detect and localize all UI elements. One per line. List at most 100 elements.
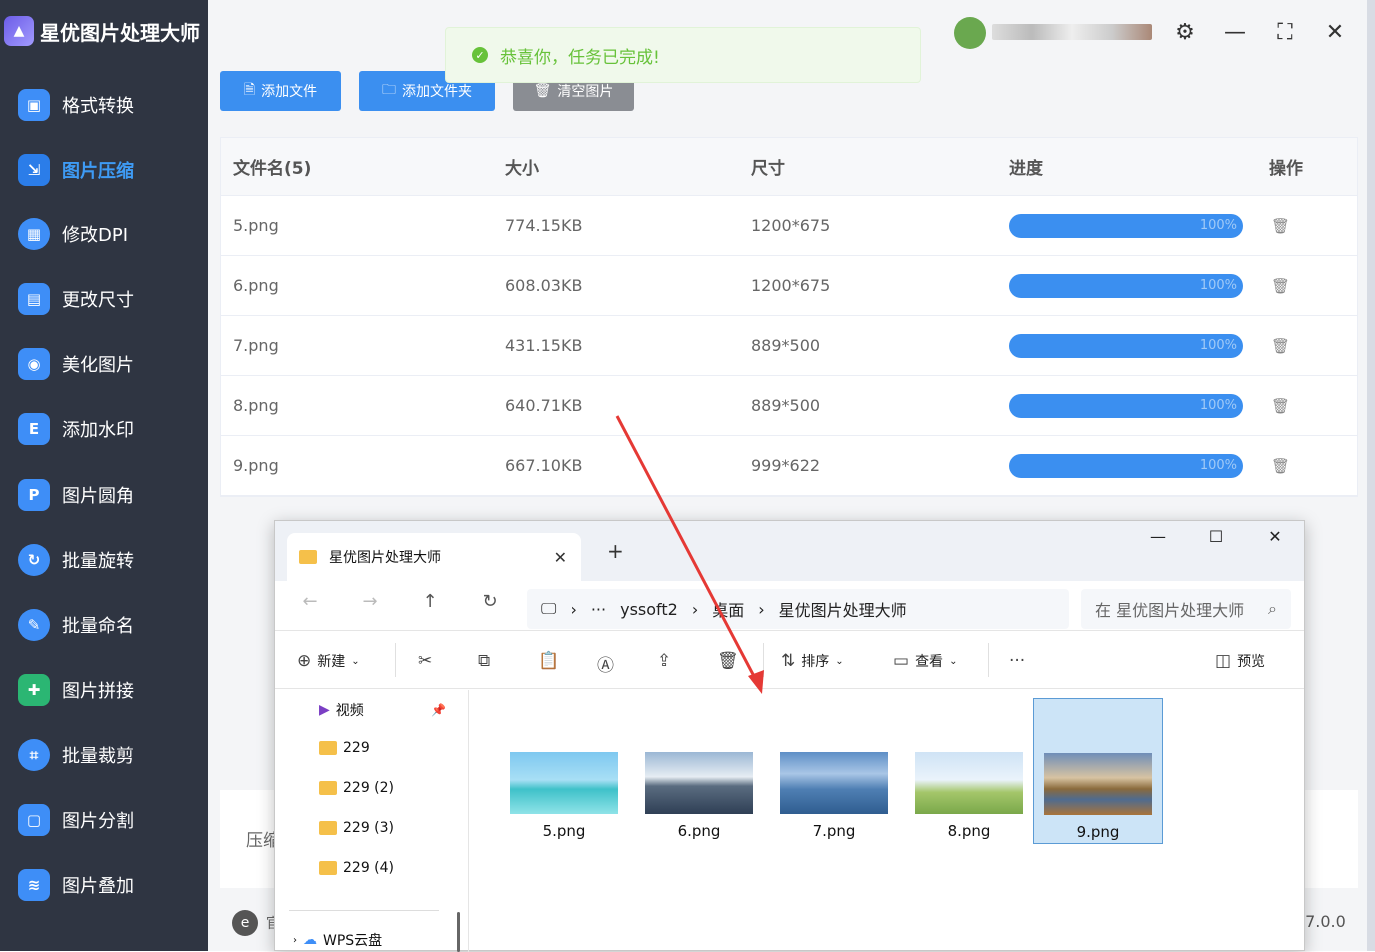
tree-item-folder[interactable]: 229 — [319, 740, 370, 756]
delete-icon[interactable]: 🗑 — [1271, 337, 1290, 355]
tree-item-folder[interactable]: 229 (2) — [319, 780, 394, 796]
add-file-button[interactable]: 🗎 添加文件 — [220, 71, 341, 111]
rename-button[interactable]: Ⓐ — [597, 651, 614, 676]
sidebar-item-format-convert[interactable]: ▣ 格式转换 — [18, 85, 134, 125]
sidebar-item-stitch[interactable]: ✚ 图片拼接 — [18, 670, 134, 710]
scrollbar[interactable] — [457, 912, 460, 952]
file-name: 5.png — [542, 822, 586, 840]
website-e-icon[interactable]: e — [232, 910, 258, 936]
back-arrow-icon[interactable]: ← — [295, 591, 325, 612]
file-item-9[interactable]: 9.png — [1033, 698, 1163, 844]
breadcrumb-user[interactable]: yssoft2 — [620, 600, 678, 619]
chevron-right-icon: › — [570, 599, 577, 619]
sidebar-item-resize[interactable]: ▤ 更改尺寸 — [18, 279, 134, 319]
chevron-down-icon: ⌄ — [351, 655, 360, 667]
sidebar-item-label: 图片拼接 — [62, 681, 134, 702]
delete-icon[interactable]: 🗑 — [1271, 457, 1290, 475]
sidebar-item-split[interactable]: ▢ 图片分割 — [18, 800, 134, 840]
close-icon[interactable]: ✕ — [1320, 20, 1350, 45]
sidebar-item-crop[interactable]: ⌗ 批量裁剪 — [18, 735, 134, 775]
close-icon[interactable]: ✕ — [1260, 527, 1290, 546]
new-tab-icon[interactable]: + — [607, 539, 624, 563]
background-window-edge — [1367, 0, 1375, 951]
minimize-icon[interactable]: — — [1143, 527, 1173, 546]
image-thumbnail — [780, 752, 888, 814]
cell-filename: 9.png — [233, 456, 279, 475]
minimize-icon[interactable]: — — [1220, 20, 1250, 45]
app-title: 星优图片处理大师 — [40, 20, 200, 45]
tree-label: 229 (2) — [343, 780, 395, 796]
share-button[interactable]: ⇪ — [657, 651, 671, 671]
view-button[interactable]: ▭ 查看 ⌄ — [893, 651, 957, 671]
cell-size: 640.71KB — [505, 396, 583, 415]
delete-button[interactable]: 🗑 — [717, 651, 739, 671]
refresh-icon[interactable]: ↻ — [475, 591, 505, 612]
file-item-7[interactable]: 7.png — [769, 698, 899, 844]
avatar[interactable] — [954, 17, 986, 49]
sidebar-item-label: 图片叠加 — [62, 876, 134, 897]
sidebar-item-rename[interactable]: ✎ 批量命名 — [18, 605, 134, 645]
sidebar-item-label: 图片圆角 — [62, 486, 134, 507]
breadcrumb-desktop[interactable]: 桌面 — [712, 597, 744, 621]
copy-button[interactable]: ⧉ — [478, 651, 490, 671]
sidebar: ▲ 星优图片处理大师 ▣ 格式转换 ⇲ 图片压缩 ▦ 修改DPI ▤ 更改尺寸 … — [0, 0, 208, 951]
folder-icon — [299, 550, 317, 564]
explorer-tab-title: 星优图片处理大师 — [329, 550, 441, 566]
sidebar-item-round-corner[interactable]: P 图片圆角 — [18, 475, 134, 515]
delete-icon[interactable]: 🗑 — [1271, 277, 1290, 295]
col-size: 大小 — [505, 159, 539, 179]
cell-size: 431.15KB — [505, 336, 583, 355]
preview-pane-icon: ◫ — [1215, 651, 1232, 671]
delete-icon[interactable]: 🗑 — [1271, 397, 1290, 415]
preview-button[interactable]: ◫ 预览 — [1215, 651, 1265, 671]
sidebar-item-dpi[interactable]: ▦ 修改DPI — [18, 214, 128, 254]
add-folder-label: 添加文件夹 — [402, 84, 472, 100]
file-item-8[interactable]: 8.png — [904, 698, 1034, 844]
app-brand: ▲ 星优图片处理大师 — [4, 16, 200, 46]
up-arrow-icon[interactable]: ↑ — [415, 591, 445, 612]
sidebar-item-image-compress[interactable]: ⇲ 图片压缩 — [18, 150, 134, 190]
sort-button[interactable]: ⇅ 排序 ⌄ — [781, 651, 844, 671]
table-row: 6.png 608.03KB 1200*675 100% 🗑 — [221, 256, 1357, 316]
forward-arrow-icon[interactable]: → — [355, 591, 385, 612]
cell-filename: 7.png — [233, 336, 279, 355]
address-bar[interactable]: 🖵 › ··· yssoft2 › 桌面 › 星优图片处理大师 — [527, 589, 1069, 629]
sidebar-item-beautify[interactable]: ◉ 美化图片 — [18, 344, 134, 384]
tree-item-folder[interactable]: 229 (4) — [319, 860, 394, 876]
file-item-6[interactable]: 6.png — [634, 698, 764, 844]
sidebar-item-label: 添加水印 — [62, 420, 134, 441]
image-thumbnail — [645, 752, 753, 814]
explorer-tab[interactable]: 星优图片处理大师 ✕ — [287, 533, 581, 581]
sidebar-item-watermark[interactable]: E 添加水印 — [18, 409, 134, 449]
col-progress: 进度 — [1009, 159, 1043, 179]
sort-icon: ⇅ — [781, 651, 796, 671]
cell-size: 667.10KB — [505, 456, 583, 475]
paste-button[interactable]: 📋 — [538, 651, 559, 671]
delete-icon[interactable]: 🗑 — [1271, 217, 1290, 235]
new-button[interactable]: ⊕ 新建 ⌄ — [297, 651, 360, 671]
more-path-icon[interactable]: ··· — [591, 600, 606, 619]
tree-item-videos[interactable]: ▶ 视频 📌 — [319, 700, 446, 720]
sidebar-item-label: 图片压缩 — [62, 161, 134, 182]
status-bar: e 官 — [232, 910, 280, 936]
tree-item-folder[interactable]: 229 (3) — [319, 820, 394, 836]
plus-circle-icon: ⊕ — [297, 651, 312, 671]
more-options-button[interactable]: ··· — [1009, 651, 1025, 671]
breadcrumb-folder[interactable]: 星优图片处理大师 — [779, 597, 907, 621]
sidebar-item-overlay[interactable]: ≋ 图片叠加 — [18, 865, 134, 905]
progress-bar: 100% — [1009, 453, 1243, 478]
tree-item-wps-cloud[interactable]: › ☁ WPS云盘 — [293, 930, 382, 950]
chevron-down-icon: ⌄ — [949, 655, 958, 667]
clear-images-label: 清空图片 — [557, 84, 614, 100]
maximize-icon[interactable]: ⛶ — [1270, 20, 1300, 45]
settings-sliders-icon[interactable]: ⚙ — [1170, 20, 1200, 45]
close-tab-icon[interactable]: ✕ — [554, 548, 567, 567]
file-item-5[interactable]: 5.png — [499, 698, 629, 844]
search-input[interactable]: 在 星优图片处理大师 ⌕ — [1081, 589, 1291, 629]
cut-button[interactable]: ✂ — [418, 651, 432, 671]
separator — [763, 643, 764, 677]
col-filename: 文件名(5) — [233, 159, 312, 179]
sidebar-item-rotate[interactable]: ↻ 批量旋转 — [18, 540, 134, 580]
maximize-icon[interactable]: ☐ — [1201, 527, 1231, 546]
pin-icon[interactable]: 📌 — [431, 703, 446, 717]
